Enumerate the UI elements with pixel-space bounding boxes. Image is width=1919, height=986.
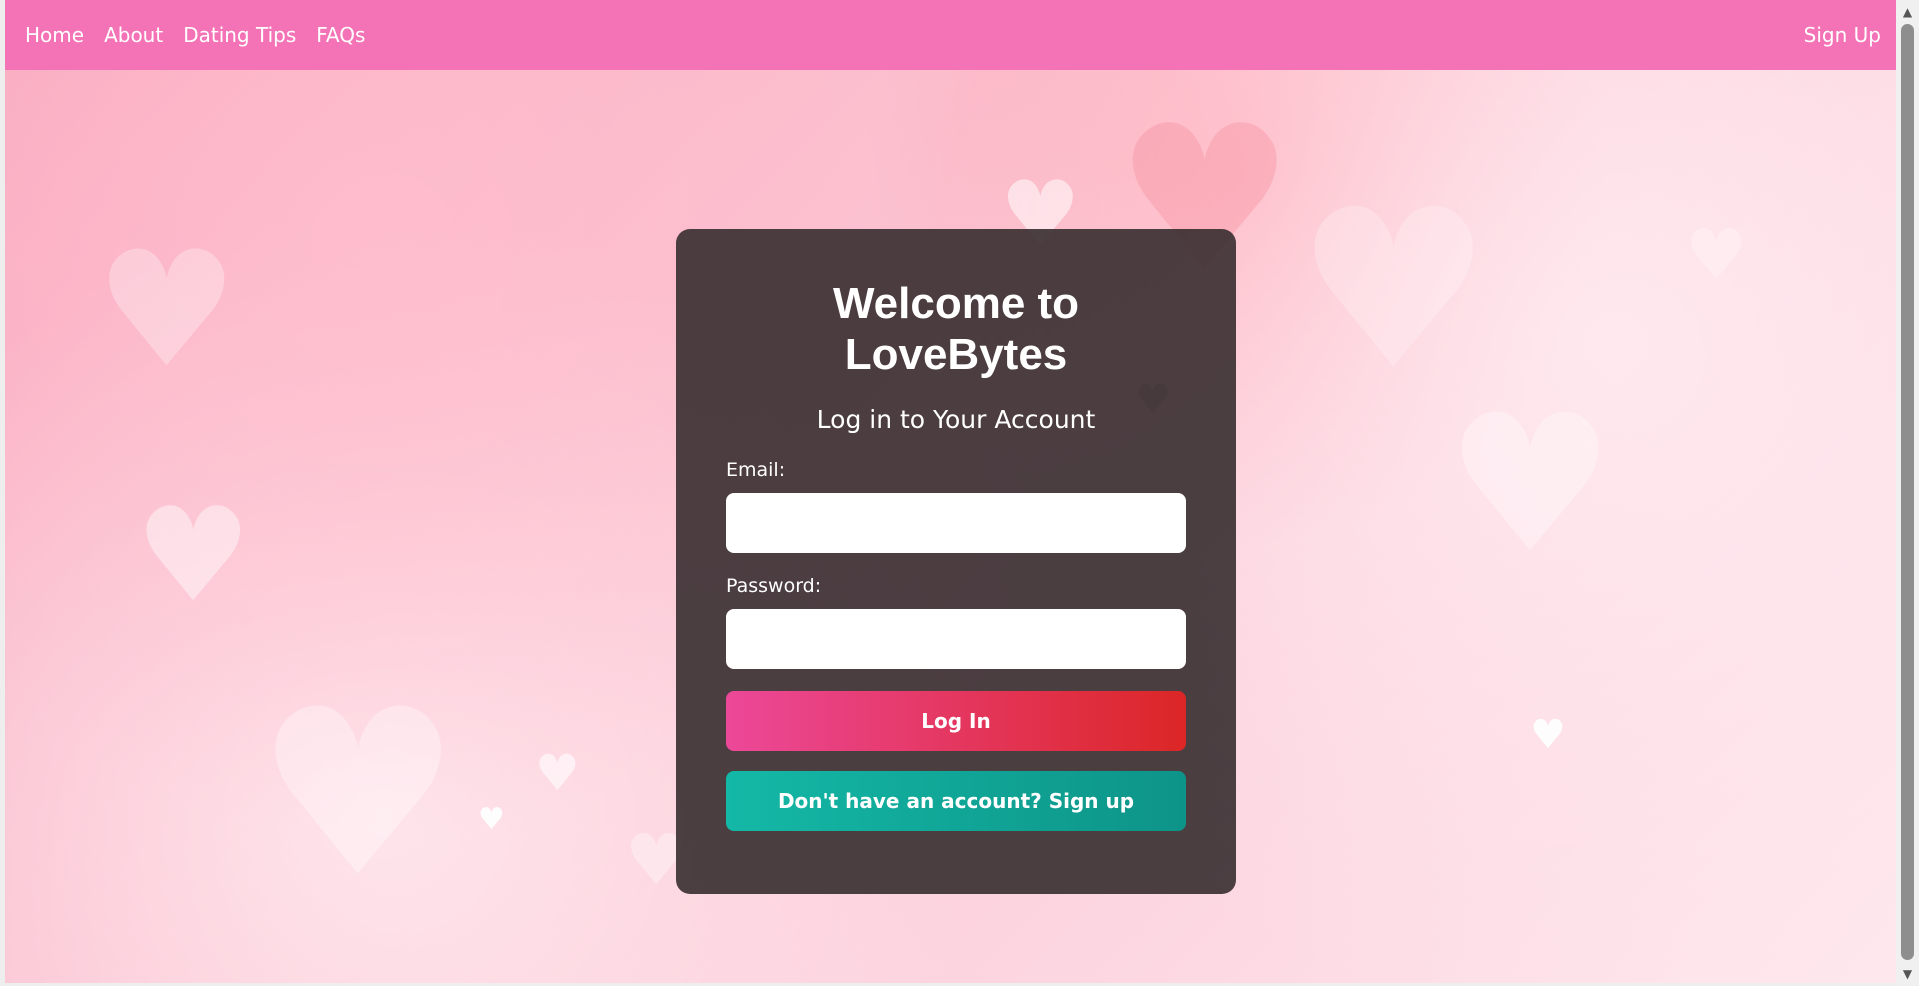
email-label: Email:: [726, 459, 786, 482]
heart-icon: ♥: [95, 216, 239, 403]
vertical-scrollbar[interactable]: ▲ ▼: [1896, 0, 1919, 986]
nav-links: Home About Dating Tips FAQs: [25, 23, 365, 47]
heart-icon: ♥: [1685, 214, 1748, 296]
signup-button[interactable]: Don't have an account? Sign up: [726, 771, 1186, 832]
email-field[interactable]: [726, 493, 1186, 554]
nav-signup-link[interactable]: Sign Up: [1804, 23, 1881, 47]
browser-viewport: ♥ ♥ ♥ ♥ ♥ ♥ ♥ ♥ ♥ ♥ ♥ ♥ ♥ Home About Dat…: [0, 0, 1919, 986]
heart-icon: ♥: [1295, 162, 1493, 418]
heart-icon: ♥: [478, 802, 505, 837]
login-subtitle: Log in to Your Account: [816, 405, 1096, 435]
nav-link-dating-tips[interactable]: Dating Tips: [183, 23, 296, 47]
nav-link-home[interactable]: Home: [25, 23, 84, 47]
heart-icon: ♥: [1445, 374, 1616, 595]
top-navbar: Home About Dating Tips FAQs Sign Up: [5, 0, 1901, 70]
heart-icon: ♥: [255, 661, 462, 928]
chevron-down-icon[interactable]: ▼: [1896, 964, 1919, 984]
login-button[interactable]: Log In: [726, 691, 1186, 752]
heart-icon: ♥: [535, 744, 580, 802]
page-title: Welcome to LoveBytes: [832, 279, 1080, 379]
nav-link-about[interactable]: About: [104, 23, 163, 47]
scrollbar-thumb[interactable]: [1901, 24, 1914, 960]
password-field[interactable]: [726, 609, 1186, 670]
password-label: Password:: [726, 575, 822, 598]
login-card: Welcome to LoveBytes Log in to Your Acco…: [676, 229, 1236, 894]
nav-link-faqs[interactable]: FAQs: [316, 23, 365, 47]
heart-icon: ♥: [135, 479, 252, 631]
heart-icon: ♥: [1530, 712, 1566, 758]
chevron-up-icon[interactable]: ▲: [1896, 2, 1919, 22]
